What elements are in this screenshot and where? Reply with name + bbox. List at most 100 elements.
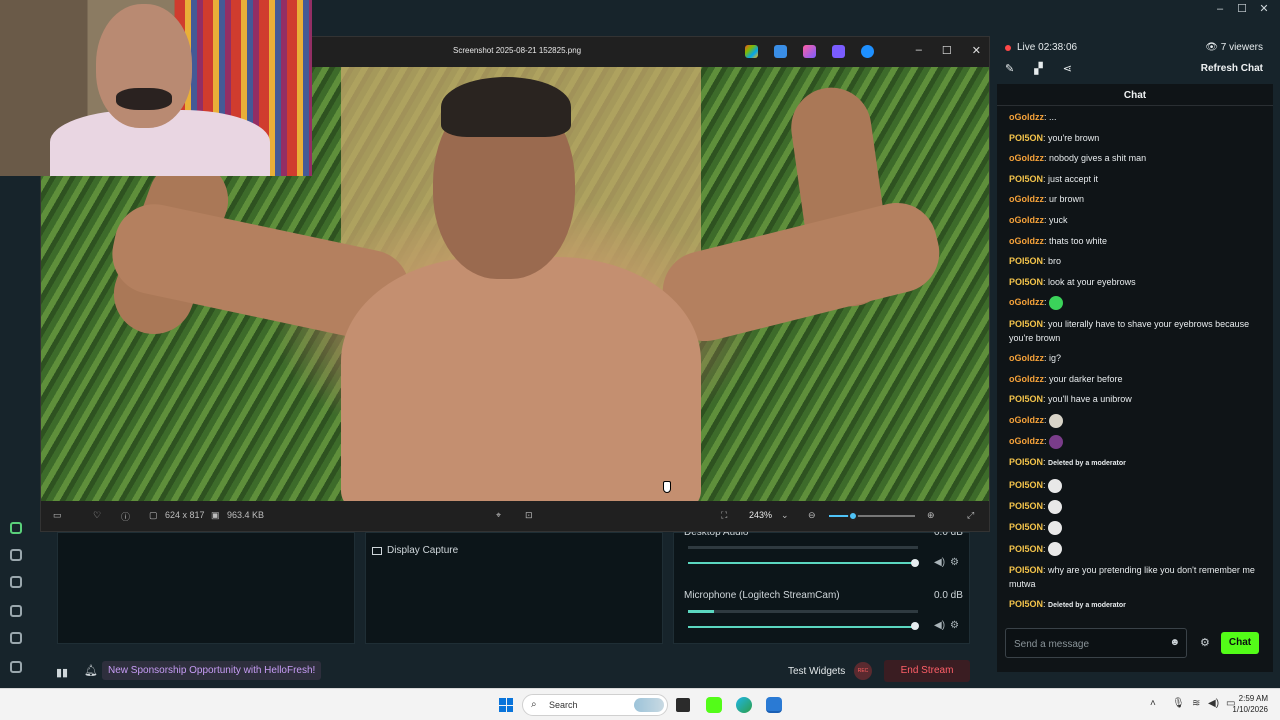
chat-message[interactable]: POI5ON: bbox=[1009, 542, 1261, 557]
visual-search-icon[interactable]: ⌖ bbox=[496, 510, 501, 521]
copilot-icon[interactable] bbox=[745, 45, 758, 58]
favorite-heart-icon[interactable]: ♡ bbox=[93, 510, 101, 521]
gear-icon[interactable]: ⚙ bbox=[950, 620, 959, 631]
chat-message[interactable]: POI5ON: look at your eyebrows bbox=[1009, 275, 1261, 289]
sparkle-icon[interactable] bbox=[10, 605, 22, 617]
chat-message[interactable]: oGoldzz: ur brown bbox=[1009, 192, 1261, 206]
chat-username[interactable]: POI5ON bbox=[1009, 319, 1043, 329]
record-button[interactable]: REC bbox=[854, 662, 872, 680]
chat-username[interactable]: POI5ON bbox=[1009, 174, 1043, 184]
volume-slider-mic[interactable] bbox=[688, 626, 916, 628]
microphone-icon[interactable]: 🎙︎ bbox=[1172, 698, 1185, 709]
chat-username[interactable]: oGoldzz bbox=[1009, 353, 1044, 363]
chat-message[interactable]: POI5ON: you'll have a unibrow bbox=[1009, 392, 1261, 406]
speaker-icon[interactable]: ◀) bbox=[934, 557, 945, 568]
photos-app-icon[interactable] bbox=[766, 697, 782, 713]
chat-message[interactable]: POI5ON: you literally have to shave your… bbox=[1009, 317, 1261, 345]
chat-username[interactable]: POI5ON bbox=[1009, 457, 1043, 467]
pencil-icon[interactable]: ✎ bbox=[1005, 62, 1014, 75]
fit-window-icon[interactable]: ⛶ bbox=[721, 510, 727, 521]
test-widgets-button[interactable]: Test Widgets bbox=[788, 666, 845, 677]
chat-message[interactable]: oGoldzz: ig? bbox=[1009, 351, 1261, 365]
chat-username[interactable]: POI5ON bbox=[1009, 599, 1043, 609]
chat-message[interactable]: oGoldzz: your darker before bbox=[1009, 372, 1261, 386]
refresh-chat-button[interactable]: Refresh Chat bbox=[1201, 63, 1263, 74]
send-chat-button[interactable]: Chat bbox=[1221, 632, 1259, 654]
chat-username[interactable]: oGoldzz bbox=[1009, 215, 1044, 225]
minimize-icon[interactable]: – bbox=[1212, 2, 1228, 16]
chat-message[interactable]: oGoldzz: nobody gives a shit man bbox=[1009, 151, 1261, 165]
chat-username[interactable]: oGoldzz bbox=[1009, 436, 1044, 446]
task-view-icon[interactable] bbox=[676, 698, 690, 712]
chat-username[interactable]: POI5ON bbox=[1009, 544, 1043, 554]
chat-message-input[interactable] bbox=[1014, 636, 1164, 652]
chat-message[interactable]: POI5ON: bbox=[1009, 478, 1261, 493]
chat-message[interactable]: POI5ON: why are you pretending like you … bbox=[1009, 563, 1261, 591]
sponsorship-banner[interactable]: New Sponsorship Opportunity with HelloFr… bbox=[102, 661, 322, 680]
chat-message[interactable]: POI5ON: bbox=[1009, 499, 1261, 514]
clip-icon[interactable]: ▞ bbox=[1034, 62, 1042, 75]
volume-knob-desktop[interactable] bbox=[911, 559, 919, 567]
onedrive-icon[interactable] bbox=[861, 45, 874, 58]
emoji-icon[interactable]: ☻ bbox=[1169, 637, 1180, 648]
link-icon[interactable] bbox=[10, 522, 22, 534]
share-icon[interactable]: ⋖ bbox=[1063, 62, 1072, 75]
chat-message-list[interactable]: oGoldzz: ... POI5ON: you're brown oGoldzz:… bbox=[1009, 110, 1261, 620]
chat-username[interactable]: oGoldzz bbox=[1009, 297, 1044, 307]
gear-icon[interactable]: ⚙ bbox=[950, 557, 959, 568]
volume-slider-desktop[interactable] bbox=[688, 562, 916, 564]
chat-username[interactable]: oGoldzz bbox=[1009, 236, 1044, 246]
speaker-icon[interactable]: ◀) bbox=[934, 620, 945, 631]
chat-username[interactable]: POI5ON bbox=[1009, 133, 1043, 143]
chat-username[interactable]: POI5ON bbox=[1009, 565, 1043, 575]
taskbar-search[interactable]: ⌕ Search bbox=[522, 694, 668, 716]
chat-username[interactable]: oGoldzz bbox=[1009, 374, 1044, 384]
chat-settings-icon[interactable]: ⚙ bbox=[1200, 636, 1210, 649]
taskbar-clock[interactable]: 2:59 AM 1/10/2026 bbox=[1232, 693, 1268, 715]
crop-icon[interactable]: ⊡ bbox=[525, 510, 533, 521]
edge-browser-icon[interactable] bbox=[736, 697, 752, 713]
chat-username[interactable]: POI5ON bbox=[1009, 277, 1043, 287]
chat-message[interactable]: POI5ON: just accept it bbox=[1009, 172, 1261, 186]
clipchamp-icon[interactable] bbox=[832, 45, 845, 58]
chat-message[interactable]: POI5ON: Deleted by a moderator bbox=[1009, 455, 1261, 471]
start-button[interactable] bbox=[499, 698, 513, 712]
chat-message[interactable]: POI5ON: Deleted by a moderator bbox=[1009, 597, 1261, 613]
zoom-slider-knob[interactable] bbox=[848, 511, 859, 521]
chat-username[interactable]: POI5ON bbox=[1009, 522, 1043, 532]
chat-message[interactable]: POI5ON: bbox=[1009, 520, 1261, 536]
chat-message[interactable]: oGoldzz: bbox=[1009, 434, 1261, 449]
chat-message[interactable]: oGoldzz: bbox=[1009, 413, 1261, 428]
fullscreen-icon[interactable]: ⤢ bbox=[967, 510, 974, 521]
filmstrip-icon[interactable]: ▭ bbox=[53, 510, 62, 521]
kick-app-icon[interactable] bbox=[706, 697, 722, 713]
edit-icon[interactable] bbox=[774, 45, 787, 58]
tray-chevron-up-icon[interactable]: ˄ bbox=[1150, 698, 1156, 709]
chat-username[interactable]: oGoldzz bbox=[1009, 112, 1044, 122]
chat-username[interactable]: oGoldzz bbox=[1009, 415, 1044, 425]
chat-username[interactable]: POI5ON bbox=[1009, 501, 1043, 511]
chat-message[interactable]: oGoldzz: ... bbox=[1009, 110, 1261, 124]
info-icon[interactable]: ⓘ bbox=[121, 510, 130, 523]
minimize-icon[interactable]: – bbox=[916, 44, 922, 57]
wifi-icon[interactable]: ≋ bbox=[1192, 698, 1200, 709]
volume-icon[interactable]: ◀) bbox=[1208, 698, 1219, 709]
maximize-icon[interactable]: ☐ bbox=[942, 44, 952, 57]
chat-message[interactable]: POI5ON: you're brown bbox=[1009, 131, 1261, 145]
source-display-capture[interactable]: Display Capture bbox=[372, 545, 458, 556]
share-alt-icon[interactable] bbox=[10, 576, 22, 588]
share-icon[interactable] bbox=[10, 549, 22, 561]
volume-knob-mic[interactable] bbox=[911, 622, 919, 630]
chat-message[interactable]: oGoldzz: bbox=[1009, 295, 1261, 310]
zoom-level-select[interactable]: 243% bbox=[749, 510, 772, 520]
chat-username[interactable]: POI5ON bbox=[1009, 480, 1043, 490]
chat-message[interactable]: oGoldzz: yuck bbox=[1009, 213, 1261, 227]
chevron-down-icon[interactable]: ⌄ bbox=[781, 510, 789, 521]
chat-username[interactable]: POI5ON bbox=[1009, 394, 1043, 404]
stats-icon[interactable]: ▮▮ bbox=[56, 666, 68, 679]
settings-icon[interactable] bbox=[10, 632, 22, 644]
end-stream-button[interactable]: End Stream bbox=[884, 660, 970, 682]
chat-input-box[interactable]: ☻ bbox=[1005, 628, 1187, 658]
chat-username[interactable]: oGoldzz bbox=[1009, 153, 1044, 163]
chat-message[interactable]: POI5ON: bro bbox=[1009, 254, 1261, 268]
